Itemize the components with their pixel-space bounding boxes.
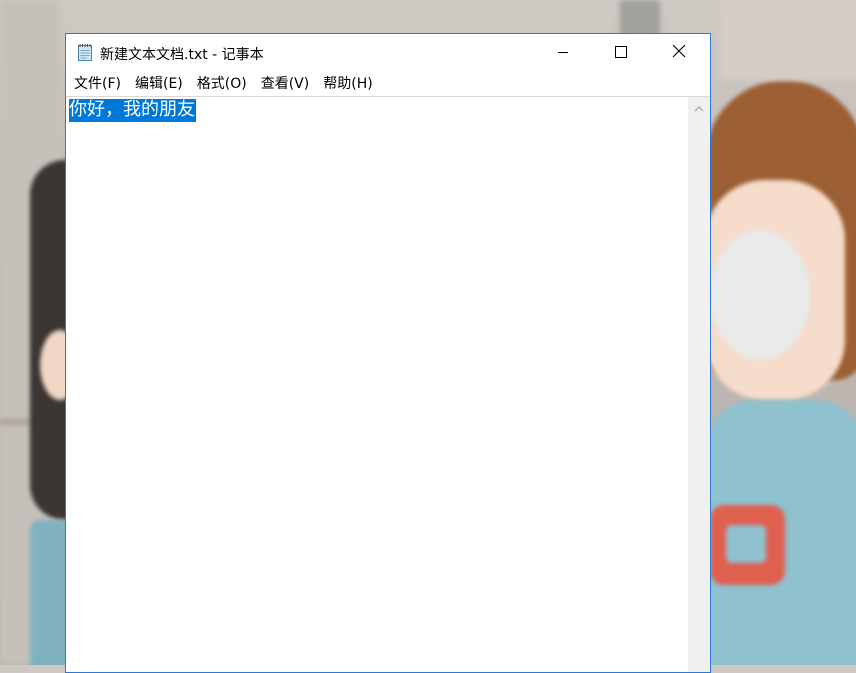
- menu-file[interactable]: 文件(F): [68, 71, 127, 95]
- menu-edit[interactable]: 编辑(E): [129, 71, 189, 95]
- menu-format[interactable]: 格式(O): [191, 71, 253, 95]
- menu-view[interactable]: 查看(V): [255, 71, 316, 95]
- maximize-icon: [615, 43, 627, 62]
- window-title: 新建文本文档.txt - 记事本: [100, 47, 264, 63]
- title-bar[interactable]: 新建文本文档.txt - 记事本: [66, 34, 710, 70]
- menu-bar: 文件(F) 编辑(E) 格式(O) 查看(V) 帮助(H): [66, 70, 710, 97]
- menu-help[interactable]: 帮助(H): [317, 71, 378, 95]
- scroll-up-button[interactable]: [688, 97, 710, 117]
- vertical-scrollbar[interactable]: [688, 97, 710, 672]
- close-button[interactable]: [650, 34, 708, 70]
- selected-text[interactable]: 你好，我的朋友: [69, 99, 196, 122]
- close-icon: [672, 43, 686, 62]
- maximize-button[interactable]: [592, 34, 650, 70]
- chevron-up-icon: [694, 98, 704, 117]
- notepad-icon: [77, 43, 93, 61]
- minimize-icon: [557, 43, 569, 62]
- minimize-button[interactable]: [534, 34, 592, 70]
- notepad-window: 新建文本文档.txt - 记事本 文件(F) 编辑(E) 格式(O) 查看(V)…: [65, 33, 711, 673]
- text-editor[interactable]: 你好，我的朋友: [66, 97, 688, 672]
